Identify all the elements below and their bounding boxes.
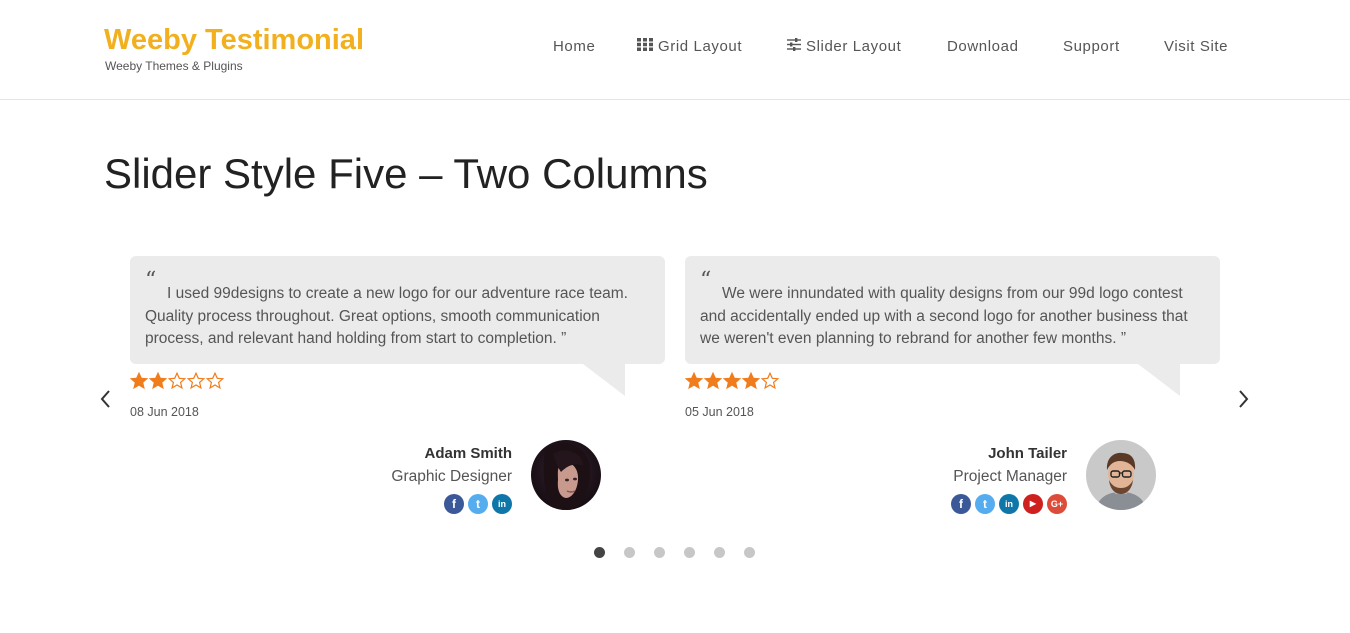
nav-label: Home xyxy=(553,38,596,55)
star-filled-icon xyxy=(130,372,148,390)
social-links: f t in ▶ G+ xyxy=(951,494,1067,514)
site-header: Weeby Testimonial Weeby Themes & Plugins… xyxy=(0,0,1350,100)
star-filled-icon xyxy=(685,372,703,390)
nav-label: Download xyxy=(947,38,1019,55)
social-links: f t in xyxy=(444,494,512,514)
slider-pagination xyxy=(594,547,774,558)
star-empty-icon xyxy=(761,372,779,390)
author-role: Project Manager xyxy=(953,468,1067,485)
slider-dot[interactable] xyxy=(714,547,725,558)
testimonial-card: “ We were innundated with quality design… xyxy=(685,256,1220,526)
avatar xyxy=(531,440,601,510)
author-role: Graphic Designer xyxy=(391,468,512,485)
star-empty-icon xyxy=(187,372,205,390)
slider-next-button[interactable] xyxy=(1235,384,1255,414)
nav-label: Support xyxy=(1063,38,1120,55)
slider-dot[interactable] xyxy=(654,547,665,558)
avatar xyxy=(1086,440,1156,510)
sliders-icon xyxy=(787,38,801,55)
page-title: Slider Style Five – Two Columns xyxy=(104,150,708,197)
brand-subtitle: Weeby Themes & Plugins xyxy=(105,59,243,73)
nav-label: Visit Site xyxy=(1164,38,1229,55)
youtube-icon[interactable]: ▶ xyxy=(1023,494,1043,514)
star-empty-icon xyxy=(168,372,186,390)
star-rating xyxy=(685,372,779,390)
twitter-icon[interactable]: t xyxy=(468,494,488,514)
testimonial-date: 08 Jun 2018 xyxy=(130,405,199,419)
quote-bubble: “ We were innundated with quality design… xyxy=(685,256,1220,364)
slider-dot[interactable] xyxy=(624,547,635,558)
nav-item-home[interactable]: Home xyxy=(553,38,595,55)
nav-item-support[interactable]: Support xyxy=(1063,38,1120,55)
slider-dot[interactable] xyxy=(594,547,605,558)
star-filled-icon xyxy=(704,372,722,390)
nav-item-visit-site[interactable]: Visit Site xyxy=(1164,38,1228,55)
nav-label: Grid Layout xyxy=(658,38,743,55)
quote-text: We were innundated with quality designs … xyxy=(700,285,1188,347)
nav-item-grid-layout[interactable]: Grid Layout xyxy=(637,38,742,55)
bubble-tail xyxy=(583,364,625,396)
star-filled-icon xyxy=(723,372,741,390)
slider-dot[interactable] xyxy=(684,547,695,558)
star-empty-icon xyxy=(206,372,224,390)
quote-text: I used 99designs to create a new logo fo… xyxy=(145,285,628,347)
nav-label: Slider Layout xyxy=(806,38,902,55)
google-plus-icon[interactable]: G+ xyxy=(1047,494,1067,514)
linkedin-icon[interactable]: in xyxy=(492,494,512,514)
nav-item-slider-layout[interactable]: Slider Layout xyxy=(787,38,901,55)
grid-icon xyxy=(637,38,653,55)
facebook-icon[interactable]: f xyxy=(444,494,464,514)
chevron-left-icon xyxy=(100,390,110,408)
nav-item-download[interactable]: Download xyxy=(947,38,1019,55)
quote-bubble: “ I used 99designs to create a new logo … xyxy=(130,256,665,364)
facebook-icon[interactable]: f xyxy=(951,494,971,514)
star-filled-icon xyxy=(742,372,760,390)
main-nav: Home Grid Layout Slider Layout Download … xyxy=(0,38,1350,58)
star-rating xyxy=(130,372,224,390)
bubble-tail xyxy=(1138,364,1180,396)
author-name: John Tailer xyxy=(988,445,1067,462)
testimonial-card: “ I used 99designs to create a new logo … xyxy=(130,256,665,526)
slider-prev-button[interactable] xyxy=(96,384,116,414)
testimonial-date: 05 Jun 2018 xyxy=(685,405,754,419)
star-filled-icon xyxy=(149,372,167,390)
slider-dot[interactable] xyxy=(744,547,755,558)
twitter-icon[interactable]: t xyxy=(975,494,995,514)
linkedin-icon[interactable]: in xyxy=(999,494,1019,514)
author-name: Adam Smith xyxy=(424,445,512,462)
chevron-right-icon xyxy=(1239,390,1249,408)
